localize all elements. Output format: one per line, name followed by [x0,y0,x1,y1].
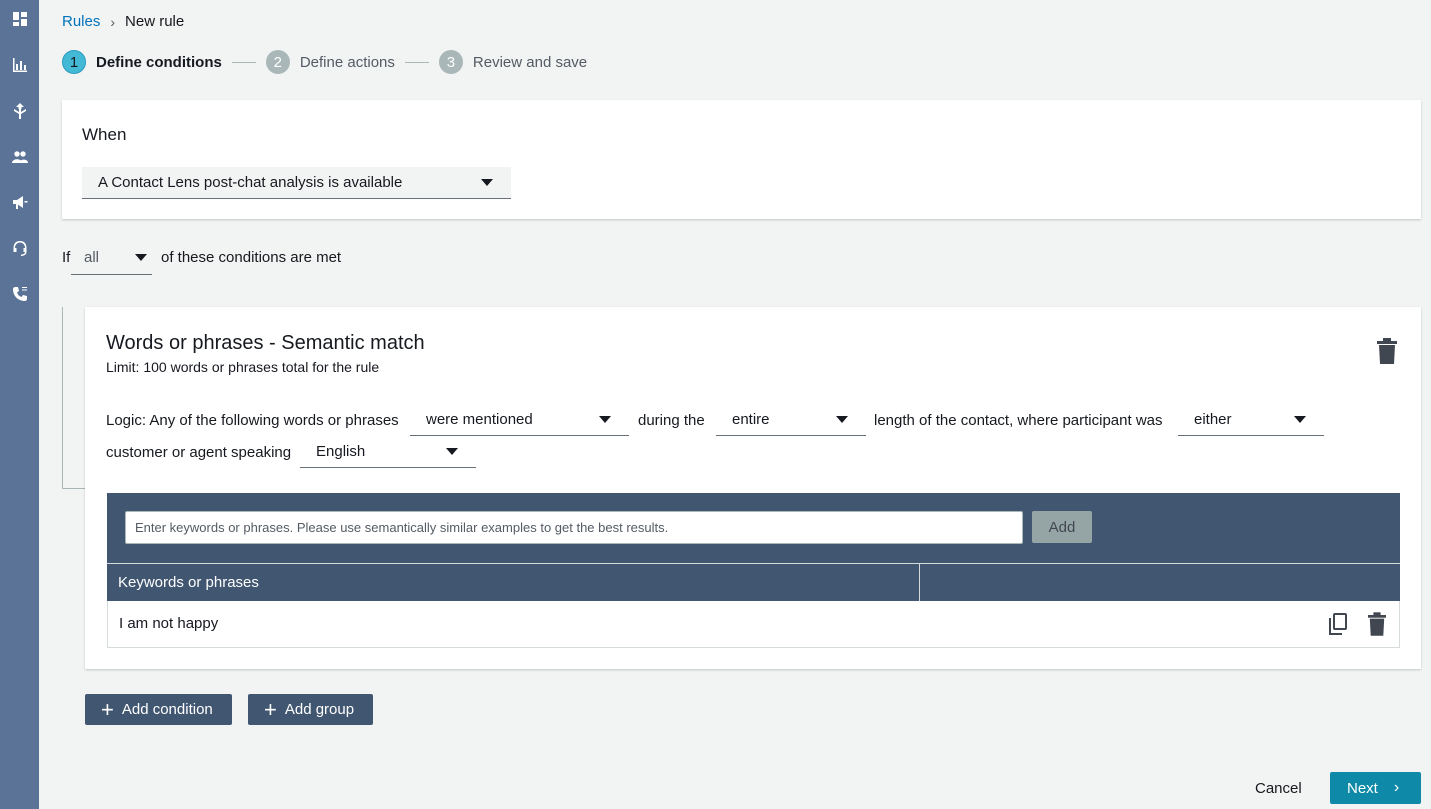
keyword-input[interactable] [125,511,1023,544]
breadcrumb-current: New rule [125,13,185,30]
condition-title: Words or phrases - Semantic match [106,332,425,354]
participant-select-value: either [1194,410,1232,428]
routing-icon[interactable] [0,99,39,123]
caret-down-icon [599,415,611,423]
caret-down-icon [1294,415,1306,423]
step-define-conditions: 1 Define conditions [62,50,222,74]
step-define-actions: 2 Define actions [265,50,395,74]
keywords-panel: Add Keywords or phrases I am not happy [107,493,1400,648]
plus-icon: + [101,696,114,722]
participant-select[interactable]: either [1178,403,1324,436]
breadcrumb-separator: › [110,13,116,30]
trigger-select[interactable]: A Contact Lens post-chat analysis is ava… [82,167,511,199]
add-group-button[interactable]: + Add group [248,694,373,725]
analytics-icon[interactable] [0,53,39,77]
chevron-right-icon: › [1393,779,1400,796]
plus-icon: + [264,696,277,722]
breadcrumb: Rules › New rule [62,13,184,30]
step-label: Define actions [299,53,395,71]
headset-icon[interactable] [0,236,39,260]
period-select-value: entire [732,410,770,428]
users-icon[interactable] [0,145,39,169]
delete-keyword-trash-icon[interactable] [1368,612,1386,641]
step-divider [404,61,429,63]
caret-down-icon [481,179,493,186]
add-group-label: Add group [284,701,355,718]
condition-card: Words or phrases - Semantic match Limit:… [85,307,1421,669]
period-select[interactable]: entire [716,403,866,436]
if-label: If [62,249,71,266]
phone-icon[interactable] [0,282,39,306]
add-condition-label: Add condition [121,701,213,718]
campaigns-icon[interactable] [0,190,39,214]
condition-limit: Limit: 100 words or phrases total for th… [106,359,380,375]
language-select[interactable]: English [300,435,476,468]
group-bracket [62,307,86,489]
delete-condition-trash-icon[interactable] [1377,338,1397,369]
keywords-table-header: Keywords or phrases [107,563,1400,601]
keywords-column-header: Keywords or phrases [107,564,920,601]
if-suffix: of these conditions are met [161,249,342,266]
step-label: Define conditions [96,53,222,71]
quantifier-select-value: all [84,248,100,266]
step-number: 2 [265,50,290,74]
step-number: 1 [62,50,86,74]
language-select-value: English [316,442,366,460]
keyword-text: I am not happy [119,615,219,632]
step-number: 3 [438,50,463,74]
add-keyword-button[interactable]: Add [1032,511,1092,543]
when-card: When A Contact Lens post-chat analysis i… [62,100,1421,219]
step-divider [231,61,256,63]
trigger-select-value: A Contact Lens post-chat analysis is ava… [98,174,403,191]
logic-speaking: customer or agent speaking [106,444,292,461]
caret-down-icon [135,253,147,261]
wizard-steps: 1 Define conditions 2 Define actions 3 R… [62,50,587,74]
mentioned-select[interactable]: were mentioned [410,403,629,436]
copy-icon[interactable] [1328,613,1348,640]
step-review-and-save: 3 Review and save [438,50,588,74]
logic-length: length of the contact, where participant… [874,412,1163,429]
caret-down-icon [446,447,458,455]
table-row: I am not happy [107,601,1400,648]
add-condition-button[interactable]: + Add condition [85,694,232,725]
mentioned-select-value: were mentioned [426,410,533,428]
when-title: When [82,125,127,144]
logic-prefix: Logic: Any of the following words or phr… [106,412,399,429]
next-button[interactable]: Next › [1330,772,1421,804]
caret-down-icon [836,415,848,423]
next-label: Next [1347,779,1378,797]
cancel-button[interactable]: Cancel [1255,780,1302,797]
quantifier-select[interactable]: all [71,240,152,275]
dashboard-icon[interactable] [0,7,39,31]
step-label: Review and save [472,53,588,71]
sidebar [0,0,39,809]
logic-during: during the [638,412,705,429]
breadcrumb-rules-link[interactable]: Rules [62,13,100,30]
